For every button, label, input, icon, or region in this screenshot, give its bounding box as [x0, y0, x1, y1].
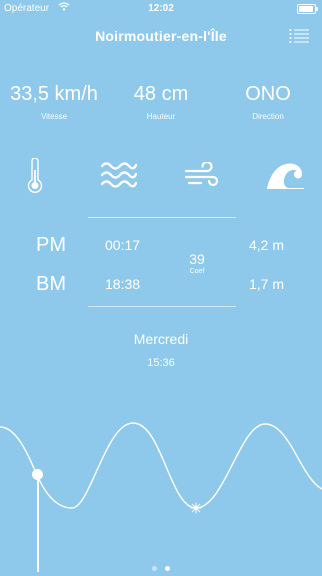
- high-tide-time: 00:17: [105, 237, 141, 253]
- wind-speed-stat: 33,5 km/h Vitesse: [0, 82, 108, 121]
- tide-coefficient: 39 Coef: [172, 251, 222, 275]
- wind-icon[interactable]: [184, 160, 219, 195]
- page-dot-1[interactable]: [152, 566, 157, 571]
- waves-icon[interactable]: [100, 160, 138, 195]
- wave-height-value: 48 cm: [133, 83, 189, 105]
- wind-speed-value: 33,5 km/h: [10, 83, 98, 105]
- low-tide-label: BM: [36, 273, 66, 295]
- tide-curve-graph[interactable]: [0, 405, 322, 525]
- thermometer-icon[interactable]: [26, 157, 44, 199]
- coefficient-value: 39: [189, 251, 205, 267]
- location-title: Noirmoutier-en-l'Île: [95, 28, 227, 44]
- list-menu-icon[interactable]: [289, 28, 309, 44]
- status-bar: Opérateur 12:02: [0, 0, 322, 18]
- direction-label: Direction: [252, 112, 284, 121]
- wave-height-stat: 48 cm Hauteur: [107, 82, 215, 121]
- direction-value: ONO: [245, 83, 291, 105]
- time-cursor-handle[interactable]: [32, 469, 43, 480]
- sun-icon: [190, 502, 202, 514]
- battery-icon: [297, 4, 318, 14]
- page-dot-2[interactable]: [165, 566, 170, 571]
- wind-speed-label: Vitesse: [40, 112, 68, 121]
- high-tide-height: 4,2 m: [249, 237, 285, 253]
- tide-table-top-divider: [88, 217, 236, 218]
- wave-height-label: Hauteur: [146, 112, 176, 121]
- day-name: Mercredi: [133, 331, 189, 347]
- high-tide-label: PM: [36, 234, 66, 256]
- current-time: 15:36: [147, 357, 175, 369]
- tide-table-bottom-divider: [88, 306, 236, 307]
- low-tide-time: 18:38: [105, 276, 141, 292]
- low-tide-height: 1,7 m: [249, 276, 285, 292]
- coefficient-label: Coef: [189, 268, 205, 275]
- direction-stat: ONO Direction: [214, 82, 322, 121]
- big-wave-icon[interactable]: [266, 158, 306, 195]
- status-time: 12:02: [148, 3, 174, 14]
- page-indicator[interactable]: [0, 558, 322, 576]
